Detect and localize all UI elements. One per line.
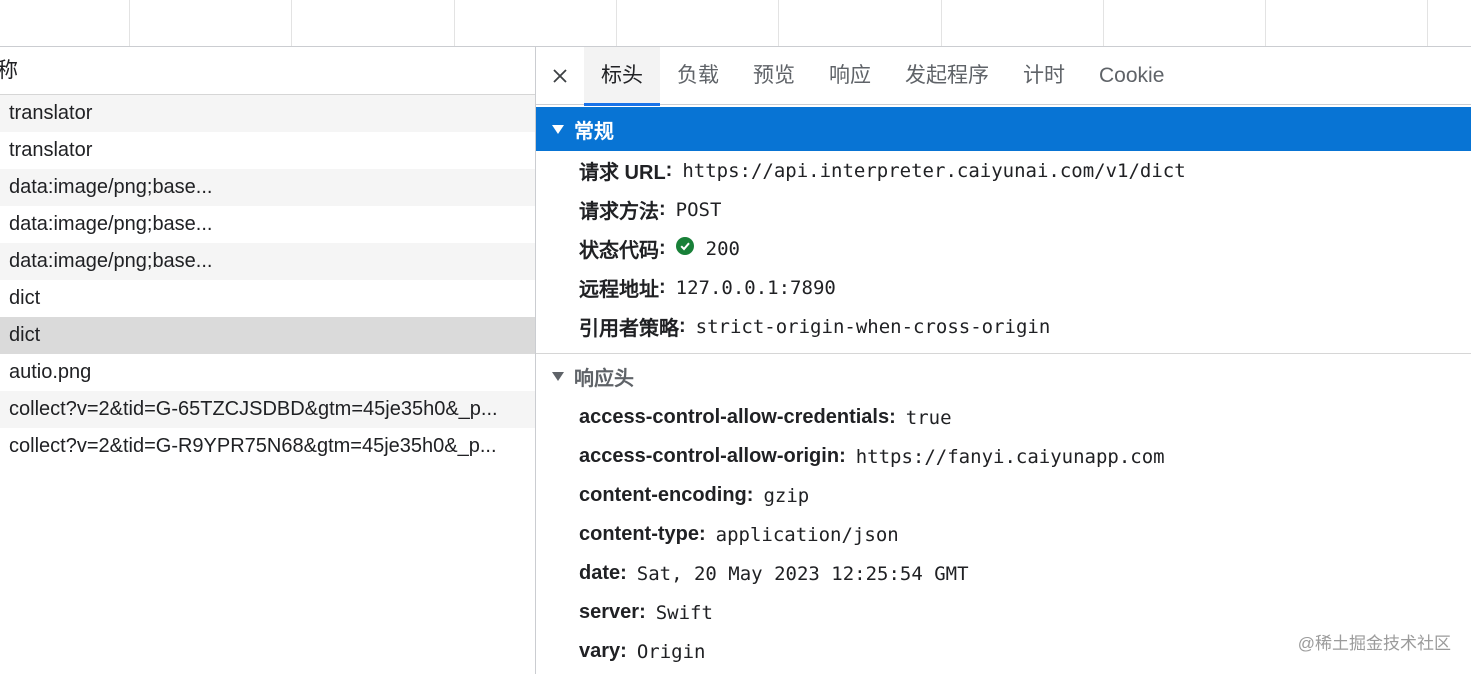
- expand-triangle-icon: [552, 124, 564, 134]
- timeline-gridline: [454, 0, 455, 46]
- close-icon: [553, 68, 567, 83]
- request-row[interactable]: translator: [0, 95, 535, 132]
- colon: :: [620, 562, 627, 584]
- request-url-label: 请求 URL: [579, 162, 666, 184]
- watermark: @稀土掘金技术社区: [1297, 634, 1451, 653]
- header-name: vary: [579, 640, 621, 662]
- request-row[interactable]: collect?v=2&tid=G-65TZCJSDBD&gtm=45je35h…: [0, 391, 535, 428]
- timeline-gridline: [291, 0, 292, 46]
- header-value[interactable]: Origin: [637, 641, 706, 663]
- colon: :: [679, 315, 686, 337]
- header-value[interactable]: gzip: [763, 485, 809, 507]
- colon: :: [839, 445, 846, 467]
- request-method-row: 请求方法: POST: [536, 190, 1471, 229]
- header-value[interactable]: Sat, 20 May 2023 12:25:54 GMT: [637, 563, 969, 585]
- timeline-gridline: [616, 0, 617, 46]
- response-header-row: access-control-allow-credentials: true: [536, 398, 1471, 437]
- timeline-gridline: [778, 0, 779, 46]
- request-method-value[interactable]: POST: [676, 199, 722, 221]
- colon: :: [746, 484, 754, 506]
- colon: :: [659, 198, 666, 220]
- tab-timing[interactable]: 计时: [1006, 47, 1082, 105]
- tab-headers[interactable]: 标头: [584, 47, 660, 106]
- request-row[interactable]: data:image/png;base...: [0, 243, 535, 280]
- colon: :: [659, 237, 666, 259]
- request-row[interactable]: translator: [0, 132, 535, 169]
- colon: :: [659, 276, 666, 298]
- header-value[interactable]: https://fanyi.caiyunapp.com: [856, 446, 1165, 468]
- request-row[interactable]: dict: [0, 280, 535, 317]
- tab-response[interactable]: 响应: [812, 47, 888, 105]
- header-name: server: [579, 601, 640, 623]
- tab-preview[interactable]: 预览: [736, 47, 812, 105]
- network-overview-timeline[interactable]: [0, 0, 1471, 47]
- response-headers-section-header[interactable]: 响应头: [536, 354, 1471, 398]
- timeline-gridline: [1103, 0, 1104, 46]
- general-section-title: 常规: [574, 120, 614, 143]
- response-header-row: content-type: application/json: [536, 515, 1471, 554]
- request-row[interactable]: data:image/png;base...: [0, 206, 535, 243]
- header-value[interactable]: true: [906, 407, 952, 429]
- request-row[interactable]: collect?v=2&tid=G-R9YPR75N68&gtm=45je35h…: [0, 428, 535, 465]
- header-name: date: [579, 562, 621, 584]
- request-row[interactable]: data:image/png;base...: [0, 169, 535, 206]
- timeline-gridline: [129, 0, 130, 46]
- request-url-value[interactable]: https://api.interpreter.caiyunai.com/v1/…: [682, 160, 1185, 182]
- tab-cookie[interactable]: Cookie: [1082, 47, 1181, 105]
- response-header-row: date: Sat, 20 May 2023 12:25:54 GMT: [536, 554, 1471, 593]
- response-headers-title: 响应头: [574, 367, 634, 390]
- status-code-value[interactable]: 200: [706, 238, 740, 260]
- header-value[interactable]: Swift: [656, 602, 713, 624]
- header-name: content-encoding: [579, 484, 747, 506]
- response-header-row: server: Swift: [536, 593, 1471, 632]
- details-tabbar: 标头 负载 预览 响应 发起程序 计时 Cookie: [536, 47, 1471, 106]
- status-code-label: 状态代码: [579, 240, 659, 262]
- header-value[interactable]: application/json: [716, 524, 899, 546]
- header-name: content-type: [579, 523, 699, 545]
- request-details-pane: 标头 负载 预览 响应 发起程序 计时 Cookie 常规 请求 URL: ht…: [536, 47, 1471, 674]
- response-header-row: access-control-allow-origin: https://fan…: [536, 437, 1471, 476]
- referrer-policy-row: 引用者策略: strict-origin-when-cross-origin: [536, 307, 1471, 346]
- colon: :: [639, 601, 646, 623]
- general-section-header[interactable]: 常规: [536, 107, 1471, 151]
- close-details-button[interactable]: [536, 47, 584, 105]
- tab-initiator[interactable]: 发起程序: [888, 47, 1006, 105]
- request-row[interactable]: autio.png: [0, 354, 535, 391]
- request-row-selected[interactable]: dict: [0, 317, 535, 354]
- header-name: access-control-allow-credentials: [579, 406, 890, 428]
- name-column-header[interactable]: 称: [0, 47, 535, 95]
- request-list: 称 translator translator data:image/png;b…: [0, 47, 535, 674]
- timeline-gridline: [1427, 0, 1428, 46]
- colon: :: [620, 640, 627, 662]
- colon: :: [699, 523, 706, 545]
- header-name: access-control-allow-origin: [579, 445, 840, 467]
- referrer-policy-value[interactable]: strict-origin-when-cross-origin: [696, 316, 1051, 338]
- response-header-row: content-encoding: gzip: [536, 476, 1471, 515]
- timeline-gridline: [941, 0, 942, 46]
- remote-address-value[interactable]: 127.0.0.1:7890: [676, 277, 836, 299]
- colon: :: [665, 159, 673, 181]
- remote-address-row: 远程地址: 127.0.0.1:7890: [536, 268, 1471, 307]
- colon: :: [889, 406, 896, 428]
- check-circle-icon: [675, 236, 694, 255]
- referrer-policy-label: 引用者策略: [579, 318, 679, 340]
- status-code-row: 状态代码: 200: [536, 229, 1471, 268]
- expand-triangle-icon: [552, 371, 564, 381]
- tab-payload[interactable]: 负载: [660, 47, 736, 105]
- request-method-label: 请求方法: [579, 201, 659, 223]
- remote-address-label: 远程地址: [579, 279, 659, 301]
- request-url-row: 请求 URL: https://api.interpreter.caiyunai…: [536, 151, 1471, 190]
- timeline-gridline: [1265, 0, 1266, 46]
